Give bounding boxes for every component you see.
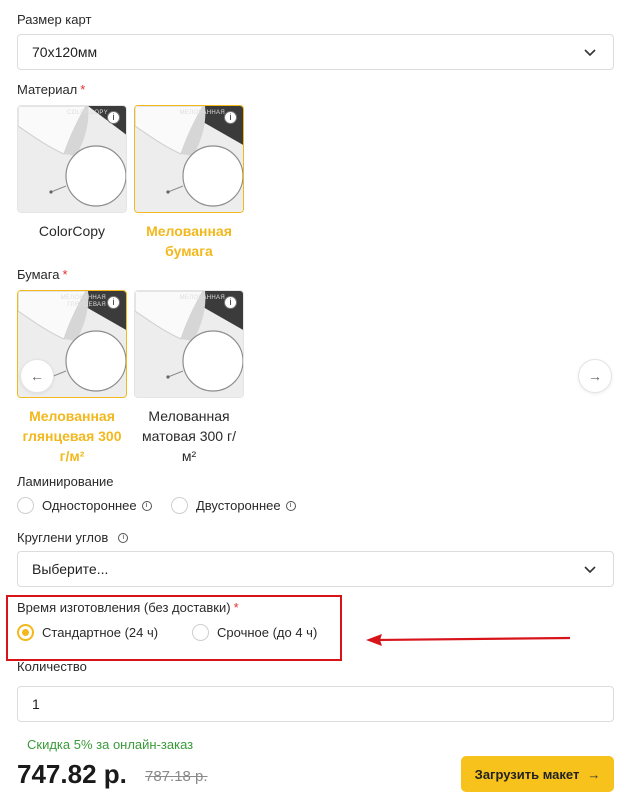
lamination-option-single[interactable]: Одностороннее i [17,497,152,514]
chevron-down-icon [584,566,596,574]
info-icon[interactable]: i [107,111,120,124]
required-mark: * [80,82,86,97]
carousel-prev-button[interactable]: ← [20,359,54,393]
paper-option-label: Мелованная глянцевая 300 г/м² [22,408,122,464]
radio-label: Одностороннее [42,498,137,513]
arrow-left-icon: ← [30,368,44,384]
paper-label: Бумага * [17,267,68,282]
material-option-coated[interactable]: МЕЛОВАННАЯ i Мелованная бумага [134,105,244,261]
info-icon[interactable]: i [224,296,237,309]
carousel-next-button[interactable]: → [578,359,612,393]
card-size-label: Размер карт [17,12,92,27]
arrow-right-icon: → [587,766,601,782]
quantity-label: Количество [17,659,87,674]
material-option-label: ColorCopy [38,223,106,239]
info-icon[interactable]: i [285,500,296,511]
info-icon[interactable]: i [224,111,237,124]
thumb-brand-text: МЕЛОВАННАЯ [179,110,225,116]
paper-label-text: Бумага [17,267,60,282]
quantity-value: 1 [32,696,40,712]
material-label: Материал * [17,82,85,97]
material-thumbnail: COLORCOPY i [17,105,127,213]
info-icon[interactable]: i [107,296,120,309]
annotation-arrow-icon [366,634,571,646]
info-icon[interactable]: i [141,500,152,511]
paper-option-matte[interactable]: МЕЛОВАННАЯ i Мелованная матовая 300 г/ м… [134,290,244,466]
price: 747.82 р. [17,759,127,789]
material-option-colorcopy[interactable]: COLORCOPY i ColorCopy [17,105,127,241]
chevron-down-icon [584,49,596,57]
lamination-option-double[interactable]: Двустороннее i [171,497,296,514]
rounding-select[interactable]: Выберите... [17,551,614,587]
radio-label: Двустороннее [196,498,281,513]
thumb-brand-text: МЕЛОВАННАЯ ГЛЯНЦЕВАЯ [60,295,106,308]
rounding-label: Круглени углов i [17,530,129,545]
card-size-value: 70x120мм [32,44,98,60]
upload-button-label: Загрузить макет [474,766,580,782]
paper-thumbnail: МЕЛОВАННАЯ i [134,290,244,398]
rounding-value: Выберите... [32,561,109,577]
required-mark: * [62,267,68,282]
rounding-label-text: Круглени углов [17,530,109,545]
radio-button[interactable] [171,497,188,514]
lamination-label: Ламинирование [17,474,114,489]
old-price: 787.18 р. [145,768,208,785]
material-option-label: Мелованная бумага [146,223,232,259]
material-thumbnail: МЕЛОВАННАЯ i [134,105,244,213]
info-icon[interactable]: i [118,532,129,543]
thumb-brand-text: COLORCOPY [66,110,108,116]
arrow-right-icon: → [588,368,602,384]
paper-option-label: Мелованная матовая 300 г/ м² [142,408,236,464]
discount-text: Скидка 5% за онлайн-заказ [27,737,194,752]
thumb-brand-text: МЕЛОВАННАЯ [179,295,225,301]
card-size-select[interactable]: 70x120мм [17,34,614,70]
annotation-highlight-box [6,595,342,661]
upload-layout-button[interactable]: Загрузить макет → [461,756,614,792]
material-label-text: Материал [17,82,78,97]
radio-button[interactable] [17,497,34,514]
quantity-input[interactable]: 1 [17,686,614,722]
